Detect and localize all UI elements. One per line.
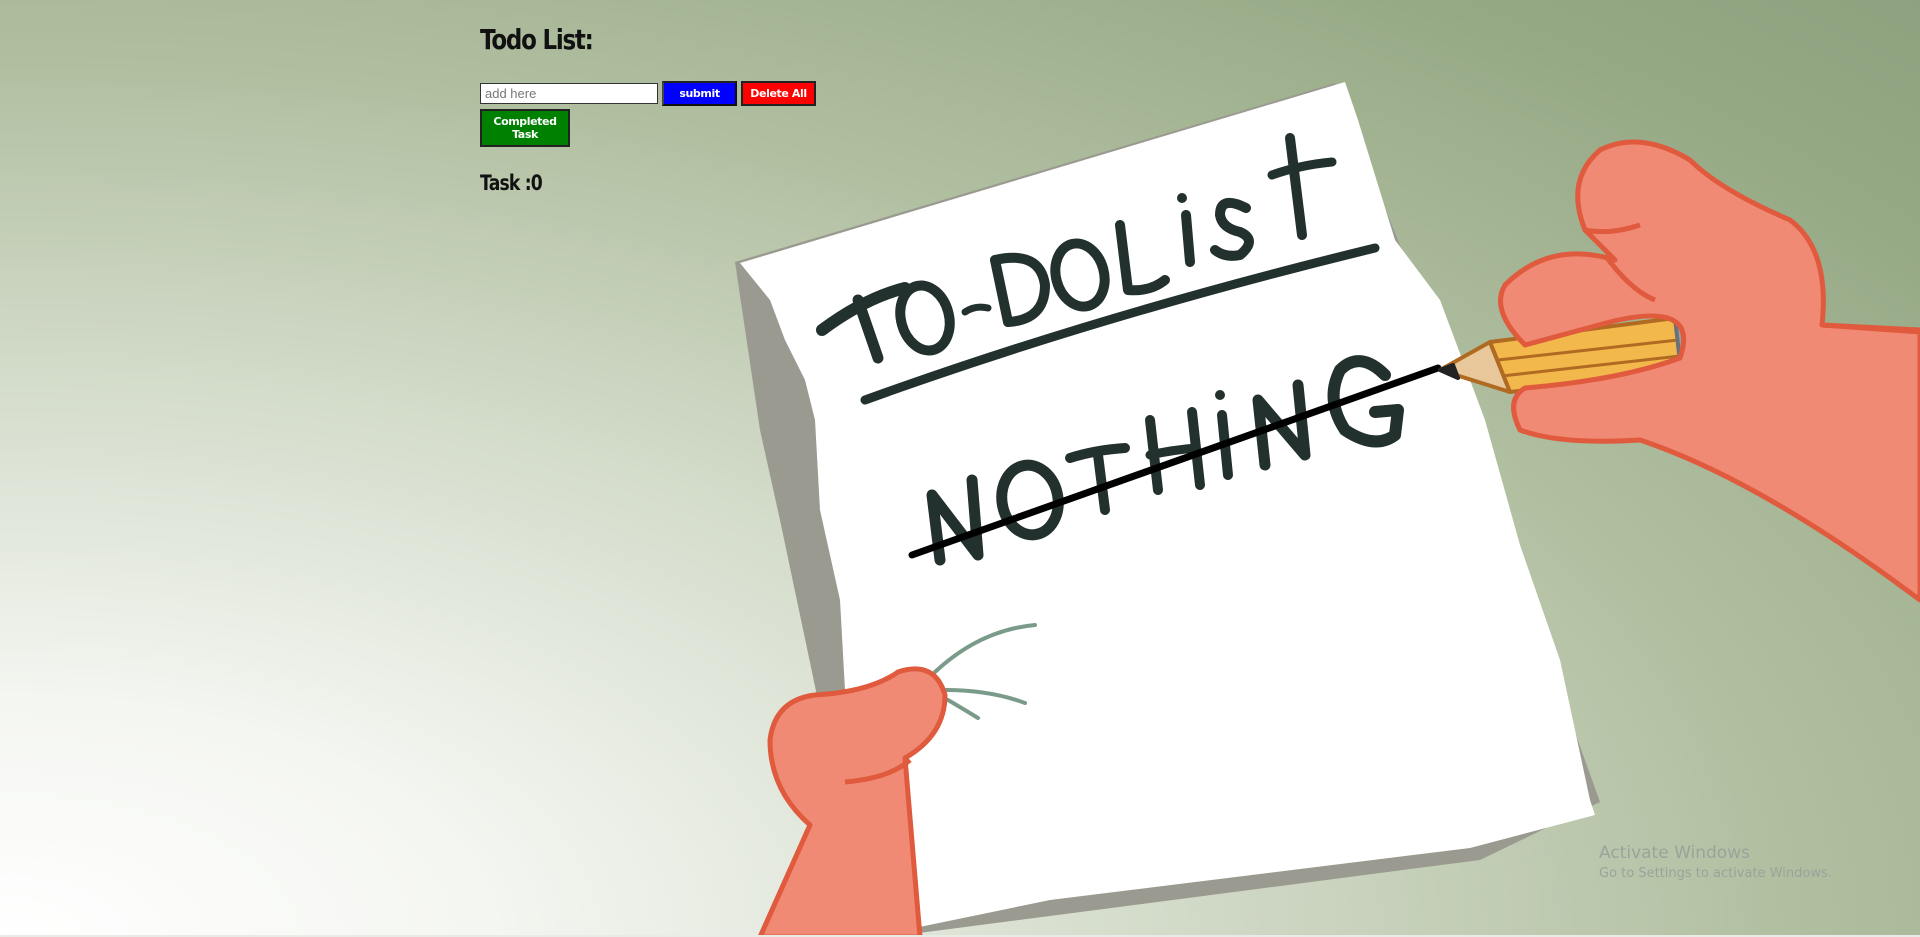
todo-input[interactable] bbox=[480, 82, 658, 104]
watermark-title: Activate Windows bbox=[1599, 843, 1750, 863]
todo-list-illustration bbox=[735, 82, 1920, 937]
activate-windows-watermark: Activate Windows Go to Settings to activ… bbox=[1599, 842, 1832, 884]
submit-button[interactable]: submit bbox=[662, 80, 737, 106]
delete-all-button[interactable]: Delete All bbox=[741, 80, 816, 106]
page-title: Todo List: bbox=[480, 23, 594, 56]
task-count: Task :0 bbox=[480, 171, 543, 195]
completed-task-button[interactable]: Completed Task bbox=[480, 109, 570, 147]
input-row: submit Delete All bbox=[480, 80, 816, 106]
todo-app: Todo List: submit Delete All Completed T… bbox=[480, 20, 816, 197]
watermark-subtitle: Go to Settings to activate Windows. bbox=[1599, 866, 1832, 881]
